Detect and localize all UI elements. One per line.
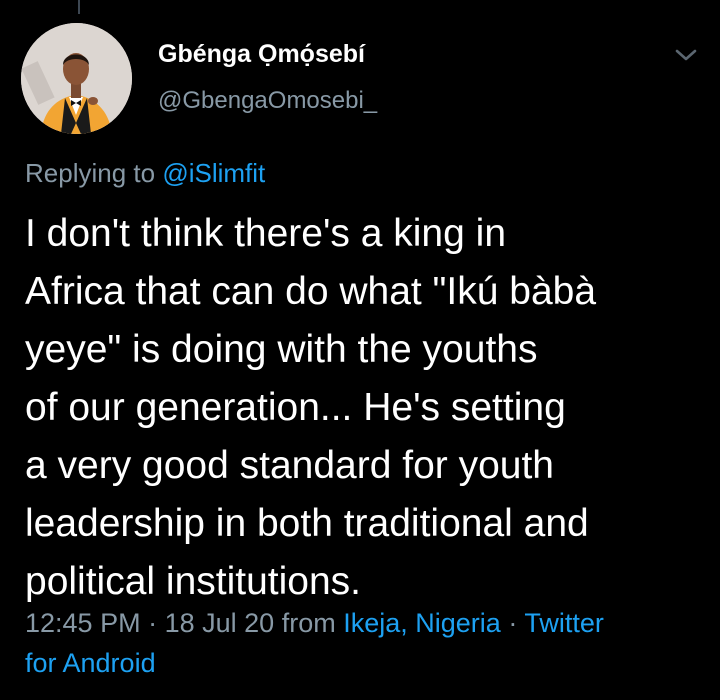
profile-photo xyxy=(21,23,132,134)
tweet-text: I don't think there's a king in Africa t… xyxy=(25,205,695,611)
meta-separator: · xyxy=(508,608,518,638)
chevron-down-icon[interactable] xyxy=(672,44,700,66)
replying-to: Replying to @iSlimfit xyxy=(25,158,265,189)
tweet-line: leadership in both traditional and xyxy=(25,502,589,545)
client-link[interactable]: Twitter xyxy=(524,608,604,638)
tweet-line: I don't think there's a king in xyxy=(25,212,507,255)
tweet-line: Africa that can do what "Ikú bàbà xyxy=(25,270,597,313)
thread-connector-line xyxy=(78,0,80,14)
author-name[interactable]: Gbénga Ọmọ́sebí xyxy=(158,40,365,69)
meta-separator: · xyxy=(148,608,158,638)
reply-mention-link[interactable]: @iSlimfit xyxy=(162,158,265,188)
tweet-metadata: 12:45 PM · 18 Jul 20 from Ikeja, Nigeria… xyxy=(25,603,695,683)
location-link[interactable]: Ikeja, Nigeria xyxy=(343,608,501,638)
tweet-line: of our generation... He's setting xyxy=(25,386,566,429)
client-link-continued[interactable]: for Android xyxy=(25,648,156,678)
author-handle[interactable]: @GbengaOmosebi_ xyxy=(158,87,377,115)
tweet-line: a very good standard for youth xyxy=(25,444,554,487)
replying-to-label: Replying to xyxy=(25,158,156,188)
tweet-date: 18 Jul 20 xyxy=(164,608,275,638)
tweet-line: yeye" is doing with the youths xyxy=(25,328,538,371)
from-label: from xyxy=(281,608,336,638)
tweet-time: 12:45 PM xyxy=(25,608,141,638)
avatar[interactable] xyxy=(21,23,132,134)
